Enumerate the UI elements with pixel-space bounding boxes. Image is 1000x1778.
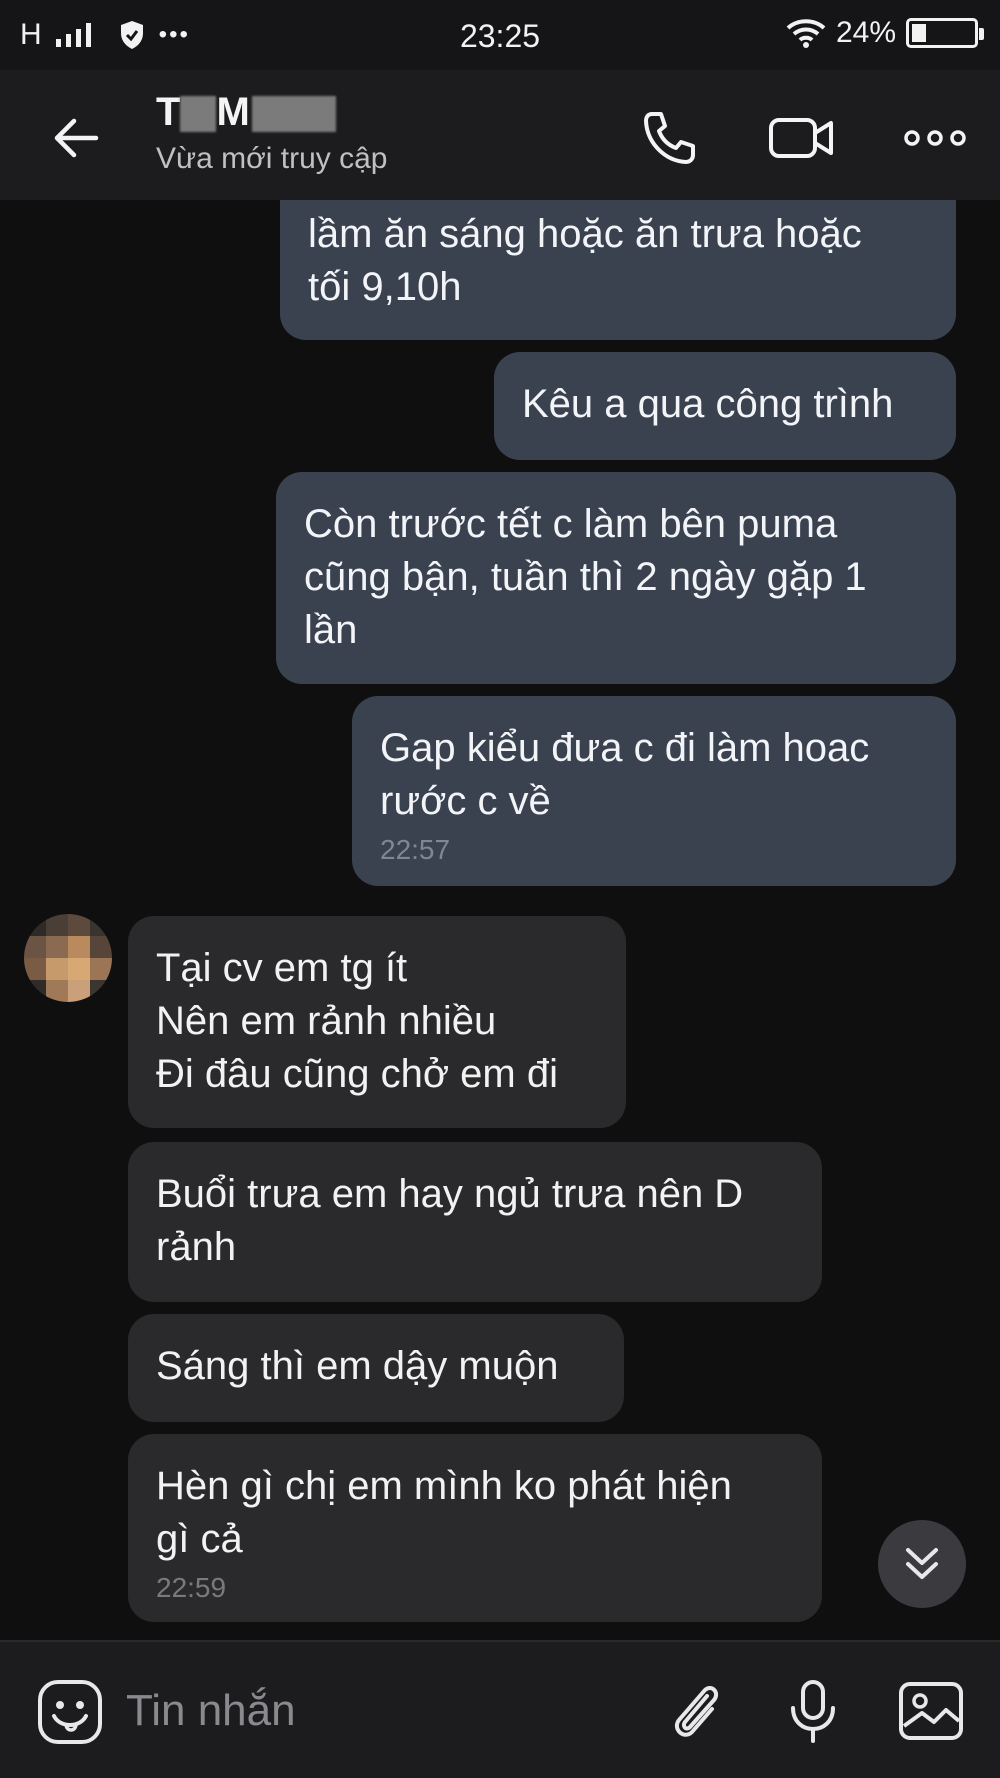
- message-text: Còn trước tết c làm bên puma: [304, 502, 838, 546]
- double-chevron-down-icon: [906, 1548, 938, 1579]
- image-gallery-icon[interactable]: [896, 1676, 966, 1746]
- message-bubble-outgoing[interactable]: Kêu a qua công trình: [494, 352, 956, 460]
- avatar-pixel: [90, 914, 112, 936]
- message-text: Hèn gì chị em mình ko phát hiện: [156, 1464, 732, 1508]
- contact-name-initial: M: [216, 90, 250, 134]
- message-bubble-outgoing[interactable]: Còn trước tết c làm bên puma cũng bận, t…: [276, 472, 956, 684]
- back-arrow-icon[interactable]: [48, 110, 104, 166]
- message-timestamp: 22:57: [380, 834, 451, 865]
- chat-header: TM Vừa mới truy cập: [0, 70, 1000, 200]
- message-text: Buổi trưa em hay ngủ trưa nên D: [156, 1172, 744, 1216]
- message-bubble-outgoing[interactable]: lầm ăn sáng hoặc ăn trưa hoặc tối 9,10h: [280, 200, 956, 340]
- message-text: cũng bận, tuần thì 2 ngày gặp 1: [304, 555, 867, 599]
- battery-icon: [906, 18, 984, 48]
- scroll-to-bottom-button[interactable]: [878, 1520, 966, 1608]
- paperclip-icon[interactable]: [660, 1676, 730, 1746]
- contact-name-initial: T: [156, 90, 181, 134]
- message-text: Sáng thì em dậy muộn: [156, 1344, 559, 1388]
- message-text: Nên em rảnh nhiều: [156, 999, 497, 1043]
- avatar-pixel: [46, 958, 68, 980]
- message-list[interactable]: lầm ăn sáng hoặc ăn trưa hoặc tối 9,10h …: [0, 200, 1000, 1640]
- avatar-pixel: [46, 936, 68, 958]
- microphone-icon[interactable]: [778, 1676, 848, 1746]
- message-timestamp: 22:59: [156, 1572, 227, 1603]
- avatar-pixel: [24, 914, 46, 936]
- message-text: lầm ăn sáng hoặc ăn trưa hoặc: [308, 212, 862, 256]
- message-bubble-incoming[interactable]: Sáng thì em dậy muộn: [128, 1314, 624, 1422]
- avatar-pixel: [24, 936, 46, 958]
- avatar-pixel: [90, 980, 112, 1002]
- status-bar: H ••• 23:25 24%: [0, 0, 1000, 70]
- more-options-icon[interactable]: [900, 106, 970, 170]
- contact-avatar[interactable]: [24, 914, 112, 1002]
- message-text: rảnh: [156, 1225, 237, 1269]
- message-text: Gap kiểu đưa c đi làm hoac: [380, 726, 870, 770]
- message-bubble-outgoing[interactable]: Gap kiểu đưa c đi làm hoac rước c về 22:…: [352, 696, 956, 886]
- avatar-pixel: [90, 936, 112, 958]
- message-text: lần: [304, 608, 358, 652]
- message-bubble-incoming[interactable]: Tại cv em tg ít Nên em rảnh nhiều Đi đâu…: [128, 916, 626, 1128]
- message-text: Kêu a qua công trình: [522, 382, 894, 426]
- sticker-emoji-icon[interactable]: [36, 1678, 104, 1746]
- message-text: gì cả: [156, 1517, 243, 1561]
- status-right: 24%: [786, 16, 984, 50]
- avatar-pixel: [24, 980, 46, 1002]
- message-text: Tại cv em tg ít: [156, 946, 408, 990]
- message-input[interactable]: [126, 1672, 626, 1750]
- redacted-name-block: [251, 96, 336, 133]
- battery-percent: 24%: [835, 16, 896, 49]
- avatar-pixel: [68, 980, 90, 1002]
- message-bubble-incoming[interactable]: Hèn gì chị em mình ko phát hiện gì cả 22…: [128, 1434, 822, 1622]
- video-camera-icon[interactable]: [766, 106, 836, 170]
- avatar-pixel: [68, 936, 90, 958]
- avatar-pixel: [24, 958, 46, 980]
- wifi-icon: [786, 19, 826, 48]
- phone-icon[interactable]: [634, 106, 704, 170]
- avatar-pixel: [68, 914, 90, 936]
- avatar-pixel: [68, 958, 90, 980]
- contact-last-seen: Vừa mới truy cập: [156, 142, 388, 175]
- redacted-name-block: [180, 96, 217, 133]
- message-text: Đi đâu cũng chở em đi: [156, 1052, 558, 1096]
- message-composer: [0, 1640, 1000, 1778]
- avatar-pixel: [46, 914, 68, 936]
- battery-level-fill: [912, 24, 926, 42]
- message-text: rước c về: [380, 779, 551, 823]
- avatar-pixel: [46, 980, 68, 1002]
- contact-name[interactable]: TM: [156, 90, 336, 135]
- message-bubble-incoming[interactable]: Buổi trưa em hay ngủ trưa nên D rảnh: [128, 1142, 822, 1302]
- avatar-pixel: [90, 958, 112, 980]
- message-text: tối 9,10h: [308, 265, 462, 309]
